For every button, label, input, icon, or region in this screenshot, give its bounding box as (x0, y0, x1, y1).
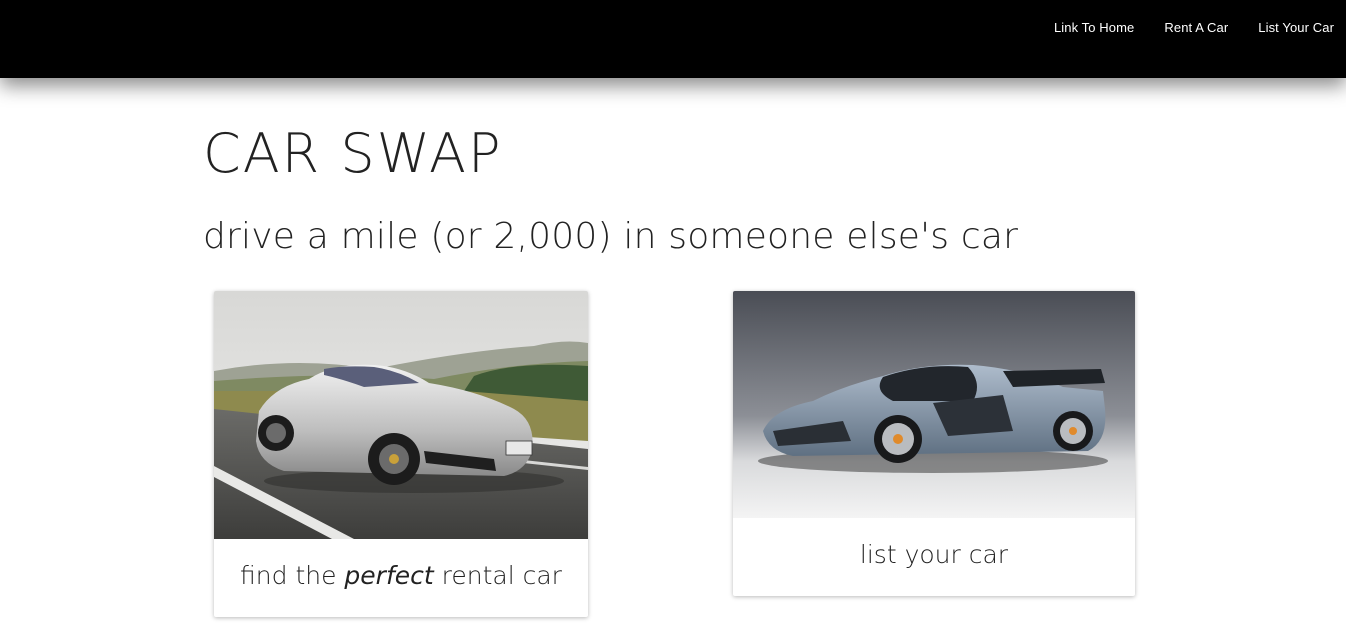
nav-link-home[interactable]: Link To Home (1054, 20, 1134, 35)
nav-link-list-your-car[interactable]: List Your Car (1258, 20, 1334, 35)
rent-caption-before: find the (240, 561, 345, 590)
blue-grey-supercar-image (733, 291, 1135, 518)
rent-car-card[interactable]: find the perfect rental car (214, 291, 588, 617)
tagline: drive a mile (or 2,000) in someone else'… (203, 216, 1019, 257)
top-navbar: Link To Home Rent A Car List Your Car (0, 0, 1346, 78)
silver-sports-coupe-image (214, 291, 588, 539)
nav-links: Link To Home Rent A Car List Your Car (1054, 20, 1334, 35)
list-car-card[interactable]: list your car (733, 291, 1135, 596)
page-title: CAR SWAP (203, 122, 503, 185)
nav-link-rent-a-car[interactable]: Rent A Car (1164, 20, 1228, 35)
rent-card-caption: find the perfect rental car (214, 561, 588, 590)
rent-caption-after: rental car (433, 561, 562, 590)
rent-caption-emphasis: perfect (344, 561, 434, 590)
list-card-caption: list your car (859, 540, 1009, 569)
